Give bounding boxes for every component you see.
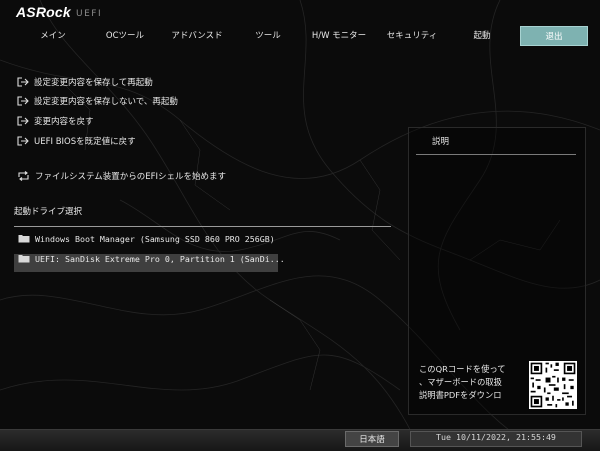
qr-code-icon: [529, 361, 577, 409]
menu-label: 変更内容を戻す: [34, 117, 94, 127]
menu-label: UEFI BIOSを既定値に戻す: [34, 137, 136, 147]
section-divider: [14, 226, 391, 227]
menu-discard-changes-and-reset[interactable]: 設定変更内容を保存しないで、再起動: [17, 95, 178, 109]
boot-override-title: 起動ドライブ選択: [14, 207, 83, 217]
brand-subtitle: UEFI: [76, 9, 103, 19]
language-selector[interactable]: 日本語: [345, 431, 399, 447]
exit-arrow-icon: [17, 135, 29, 146]
main-nav: メイン OCツール アドバンスド ツール H/W モニター セキュリティ 起動 …: [0, 24, 600, 48]
tab-oc-tweaker[interactable]: OCツール: [94, 26, 156, 46]
boot-item-windows-boot-manager[interactable]: Windows Boot Manager (Samsung SSD 860 PR…: [14, 234, 275, 252]
menu-load-defaults[interactable]: UEFI BIOSを既定値に戻す: [17, 135, 136, 149]
exit-arrow-icon: [17, 95, 29, 106]
qr-description: このQRコードを使って 、マザーボードの取扱 説明書PDFをダウンロ: [419, 363, 519, 402]
menu-save-changes-and-reset[interactable]: 設定変更内容を保存して再起動: [17, 76, 153, 90]
refresh-arrows-icon: [18, 170, 29, 181]
brand-logo: ASRock: [16, 4, 71, 20]
exit-arrow-icon: [17, 76, 29, 87]
tab-advanced[interactable]: アドバンスド: [162, 26, 232, 46]
menu-label: 設定変更内容を保存して再起動: [34, 78, 153, 88]
tab-hw-monitor[interactable]: H/W モニター: [302, 26, 376, 46]
menu-launch-efi-shell[interactable]: ファイルシステム装置からのEFIシェルを始めます: [17, 170, 226, 184]
exit-arrow-icon: [17, 115, 29, 126]
datetime-display: Tue 10/11/2022, 21:55:49: [410, 431, 582, 447]
qr-text-line: 、マザーボードの取扱: [419, 377, 502, 387]
description-divider: [416, 154, 576, 155]
boot-item-label: UEFI: SanDisk Extreme Pro 0, Partition 1…: [35, 254, 285, 264]
menu-discard-changes[interactable]: 変更内容を戻す: [17, 115, 94, 129]
menu-label: 設定変更内容を保存しないで、再起動: [34, 97, 178, 107]
tab-main[interactable]: メイン: [22, 26, 84, 46]
qr-text-line: 説明書PDFをダウンロ: [419, 390, 502, 400]
folder-icon: [18, 255, 30, 263]
qr-text-line: このQRコードを使って: [419, 364, 506, 374]
tab-exit[interactable]: 退出: [520, 26, 588, 46]
boot-item-uefi-sandisk[interactable]: UEFI: SanDisk Extreme Pro 0, Partition 1…: [14, 254, 285, 272]
description-title: 説明: [432, 137, 450, 147]
tab-boot[interactable]: 起動: [456, 26, 508, 46]
tab-security[interactable]: セキュリティ: [380, 26, 444, 46]
folder-icon: [18, 235, 30, 243]
menu-label: ファイルシステム装置からのEFIシェルを始めます: [35, 172, 227, 182]
boot-item-label: Windows Boot Manager (Samsung SSD 860 PR…: [35, 234, 275, 244]
tab-tool[interactable]: ツール: [240, 26, 296, 46]
